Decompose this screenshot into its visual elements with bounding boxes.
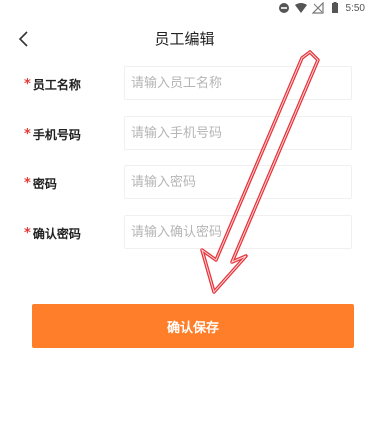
annotation-arrow [200,50,320,294]
password-input[interactable] [124,165,352,199]
phone-input[interactable] [124,116,352,150]
confirm-password-row: * 确认密码 [0,215,369,251]
confirm-password-label: * 确认密码 [24,225,81,242]
required-marker: * [24,77,31,92]
status-bar: 5:50 [0,0,369,20]
status-time: 5:50 [345,2,365,14]
confirm-password-label-text: 确认密码 [32,227,81,241]
circle-icon [278,3,289,13]
signal-icon [311,2,324,14]
phone-label-text: 手机号码 [32,128,81,142]
employee-name-input[interactable] [124,66,352,100]
required-marker: * [24,127,31,142]
password-label: * 密码 [24,175,57,192]
employee-name-label-text: 员工名称 [32,78,81,92]
required-marker: * [24,226,31,241]
employee-name-row: * 员工名称 [0,66,369,102]
battery-icon [331,2,338,13]
wifi-icon [294,3,307,13]
nav-bar: 员工编辑 [0,22,369,56]
password-row: * 密码 [0,165,369,201]
phone-label: * 手机号码 [24,126,81,143]
password-label-text: 密码 [32,177,57,191]
employee-name-label: * 员工名称 [24,76,81,93]
required-marker: * [24,176,31,191]
confirm-password-input[interactable] [124,215,352,249]
phone-row: * 手机号码 [0,116,369,152]
page-title: 员工编辑 [154,30,215,48]
confirm-save-button[interactable]: 确认保存 [32,304,354,348]
